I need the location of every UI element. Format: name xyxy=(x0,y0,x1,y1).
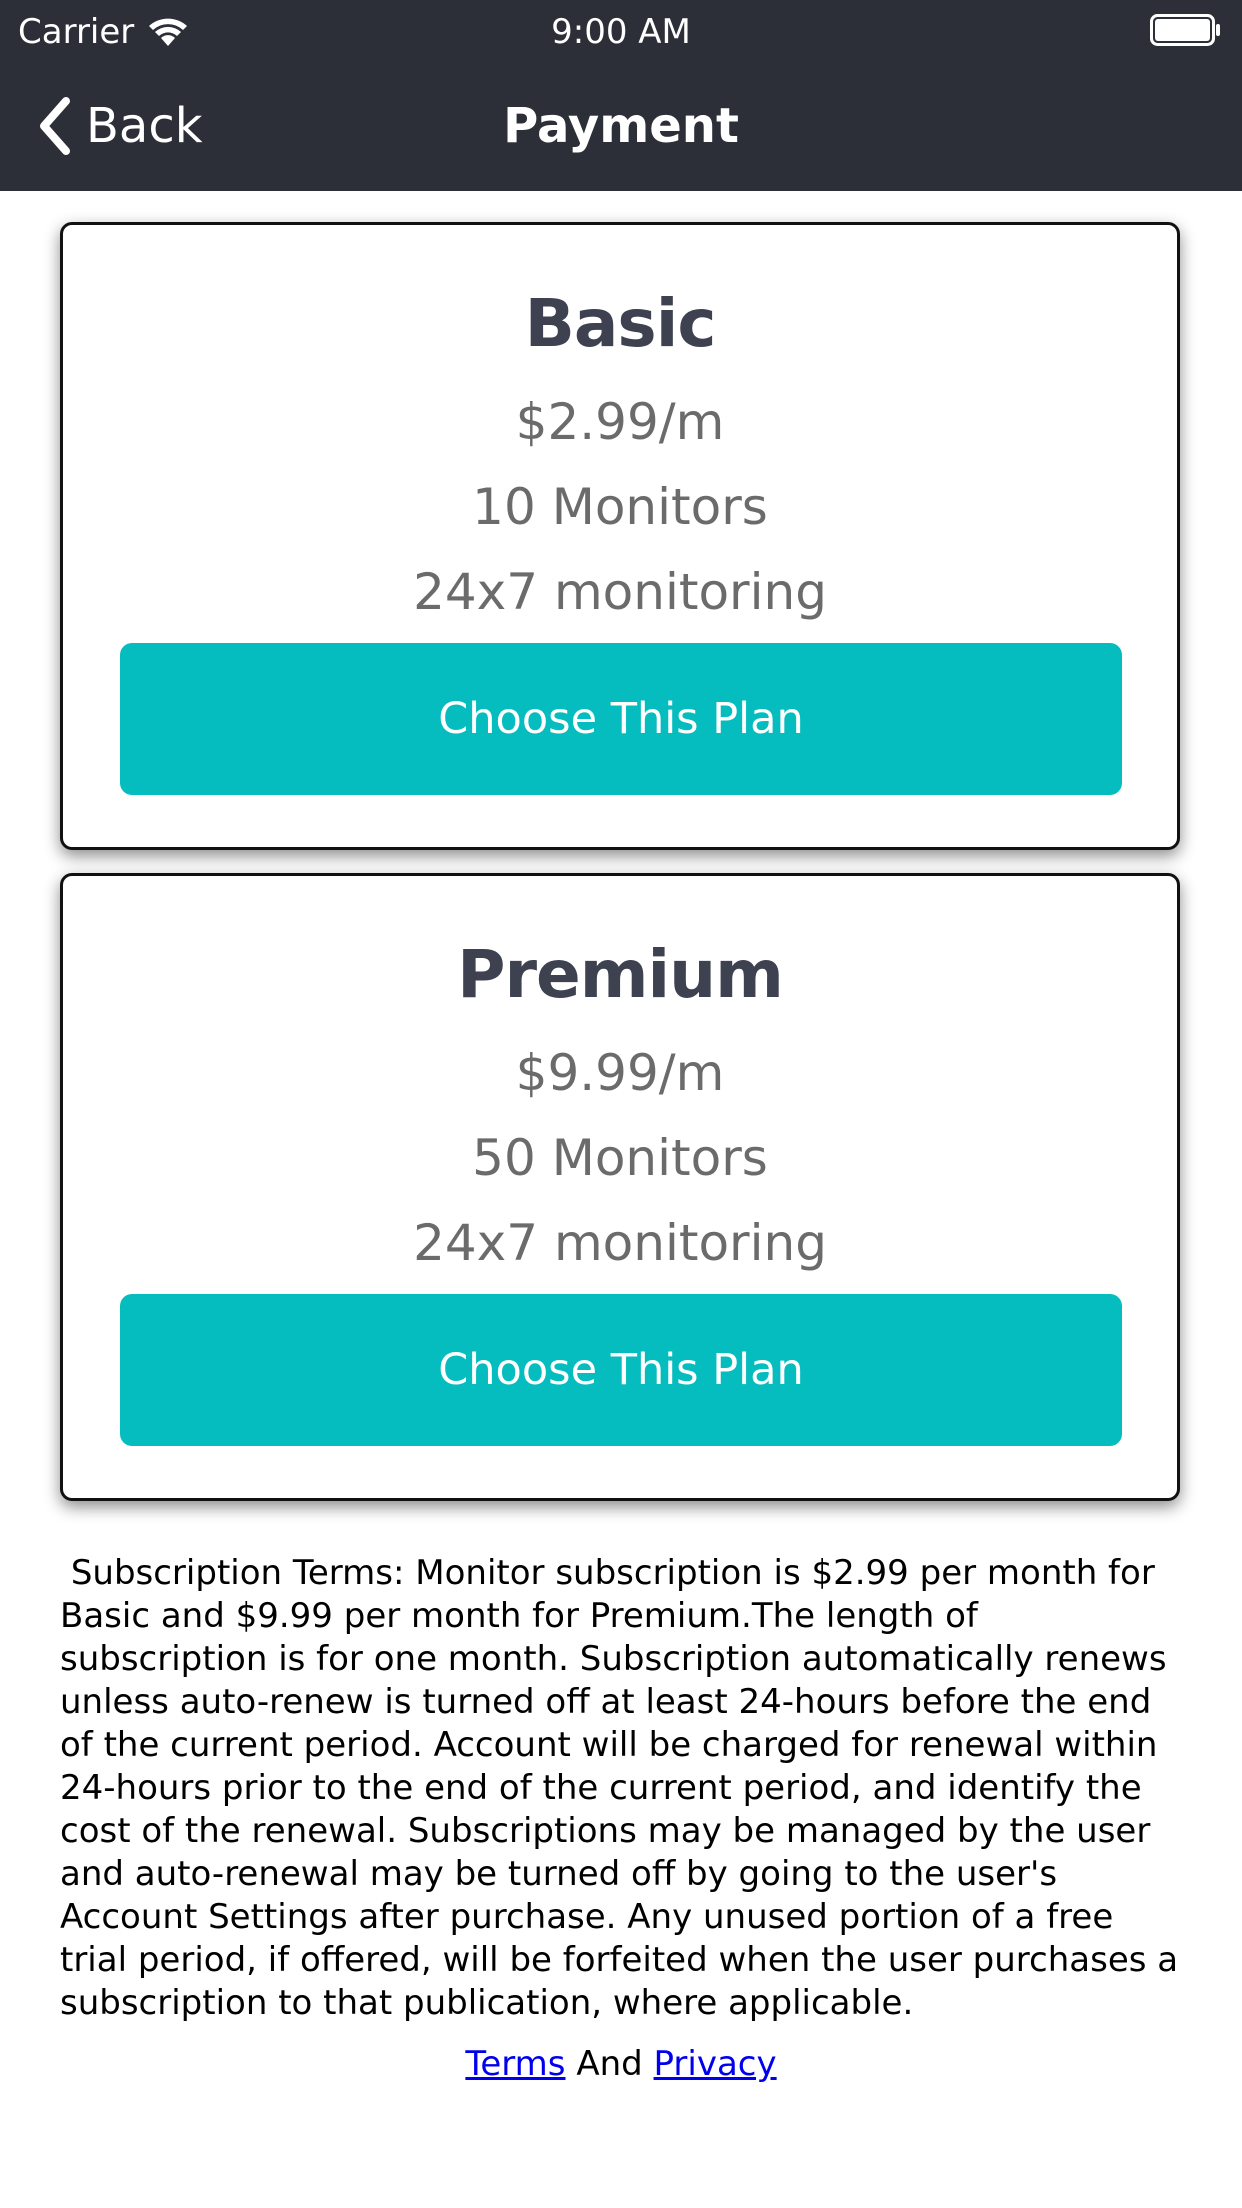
plan-monitors: 10 Monitors xyxy=(472,478,768,536)
plan-monitoring: 24x7 monitoring xyxy=(413,563,827,621)
choose-premium-plan-button[interactable]: Choose This Plan xyxy=(120,1294,1122,1446)
and-text: And xyxy=(576,2044,643,2084)
plan-price: $9.99/m xyxy=(515,1044,725,1102)
subscription-terms-text: Subscription Terms: Monitor subscription… xyxy=(60,1553,1189,2023)
choose-basic-plan-button[interactable]: Choose This Plan xyxy=(120,643,1122,795)
plan-name: Premium xyxy=(457,936,784,1013)
legal-links: Terms And Privacy xyxy=(0,2042,1242,2086)
navigation-header: Carrier 9:00 AM Back Payment xyxy=(0,0,1242,191)
plan-name: Basic xyxy=(524,285,717,362)
plan-price: $2.99/m xyxy=(515,393,725,451)
battery-icon xyxy=(1150,14,1220,46)
plan-card-premium: Premium $9.99/m 50 Monitors 24x7 monitor… xyxy=(60,873,1180,1501)
plan-monitoring: 24x7 monitoring xyxy=(413,1214,827,1272)
privacy-link[interactable]: Privacy xyxy=(654,2044,777,2084)
payment-screen: Carrier 9:00 AM Back Payment Basic $2.99… xyxy=(0,0,1242,2208)
status-time: 9:00 AM xyxy=(551,12,691,52)
page-title: Payment xyxy=(503,98,739,154)
plan-monitors: 50 Monitors xyxy=(472,1129,768,1187)
terms-link[interactable]: Terms xyxy=(465,2044,565,2084)
plan-card-basic: Basic $2.99/m 10 Monitors 24x7 monitorin… xyxy=(60,222,1180,850)
